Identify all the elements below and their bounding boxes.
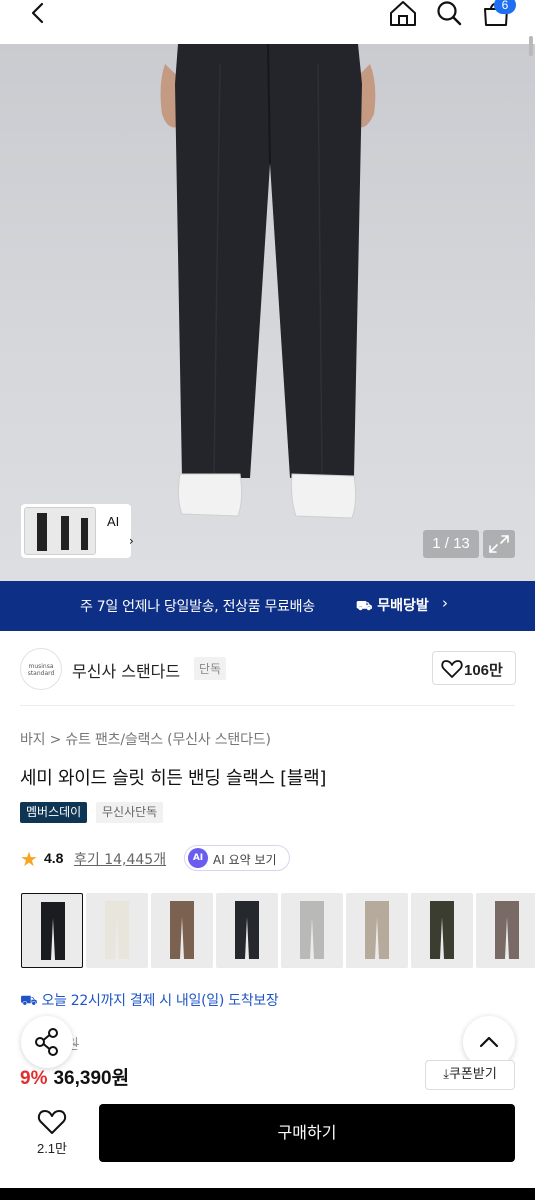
discount-rate: 9%: [20, 1068, 48, 1089]
wishlist-button[interactable]: 2.1만: [20, 1104, 84, 1164]
color-swatch[interactable]: [151, 893, 213, 968]
heart-icon: [37, 1110, 67, 1134]
brand-like-count: 106만: [464, 662, 503, 679]
star-icon: ★: [20, 847, 38, 871]
musinsa-exclusive-tag: 무신사단독: [96, 802, 164, 823]
buy-button[interactable]: 구매하기: [99, 1104, 515, 1162]
home-icon: [390, 1, 416, 26]
color-swatch[interactable]: [346, 893, 408, 968]
divider: [20, 705, 515, 706]
rating-score: 4.8: [44, 850, 64, 866]
wishlist-count: 2.1만: [36, 1141, 68, 1156]
sale-price: 36,390원: [53, 1068, 130, 1089]
ai-label: AI: [107, 514, 120, 529]
coupon-button[interactable]: ⤓쿠폰받기: [425, 1060, 515, 1090]
breadcrumb[interactable]: 바지 > 슈트 팬츠/슬랙스 (무신사 스탠다드): [20, 729, 271, 749]
expand-icon: [489, 535, 509, 553]
ai-badge-icon: AI: [188, 848, 208, 868]
thumbnail-image: [24, 507, 96, 555]
share-icon: [35, 1028, 58, 1056]
rating-row: ★ 4.8 후기 14,445개 AI AI 요약 보기: [20, 845, 320, 871]
chevron-right-icon: ›: [442, 594, 448, 612]
delivery-guarantee: ⛟ 오늘 22시까지 결제 시 내일(일) 도착보장: [20, 993, 279, 1009]
cart-count-badge: 6: [494, 0, 516, 14]
product-title: 세미 와이드 슬릿 히든 밴딩 슬랙스 [블랙]: [20, 768, 327, 789]
chevron-right-icon: ›: [129, 534, 134, 548]
scrollbar[interactable]: [529, 36, 533, 56]
bottom-action-bar: 2.1만 구매하기: [0, 1092, 535, 1188]
color-swatches: [21, 893, 535, 969]
ai-summary-label: AI 요약 보기: [213, 853, 277, 867]
share-button[interactable]: [21, 1016, 73, 1068]
brand-like-button[interactable]: 106만: [432, 651, 516, 685]
color-swatch[interactable]: [476, 893, 535, 968]
color-swatch[interactable]: [86, 893, 148, 968]
shipping-banner[interactable]: 주 7일 언제나 당일발송, 전상품 무료배송 ⛟ 무배당발 ›: [0, 581, 535, 631]
shipping-banner-text: 주 7일 언제나 당일발송, 전상품 무료배송: [80, 599, 315, 615]
product-image[interactable]: AI › 1 / 13: [0, 44, 535, 581]
thumbnail-ai-view[interactable]: AI ›: [21, 504, 134, 558]
exclusive-tag: 단독: [194, 657, 227, 680]
color-swatch[interactable]: [21, 893, 83, 968]
product-photo-illustration: [160, 44, 376, 519]
brand-name[interactable]: 무신사 스탠다드: [72, 658, 180, 682]
search-icon: [437, 1, 462, 26]
members-day-tag: 멤버스데이: [20, 802, 88, 823]
top-bar: 6: [0, 0, 535, 56]
free-shipping-tag: ⛟ 무배당발: [356, 598, 429, 614]
truck-icon: ⛟: [356, 599, 373, 614]
search-button[interactable]: [432, 0, 466, 30]
image-counter: 1 / 13: [423, 530, 479, 558]
color-swatch[interactable]: [411, 893, 473, 968]
color-swatch[interactable]: [216, 893, 278, 968]
color-swatch[interactable]: [281, 893, 343, 968]
review-count-link[interactable]: 후기 14,445개: [74, 849, 166, 869]
heart-icon: [441, 660, 463, 678]
home-button[interactable]: [386, 0, 420, 30]
truck-icon: ⛟: [20, 993, 38, 1009]
brand-logo[interactable]: musinsa standard: [20, 648, 62, 690]
back-button[interactable]: [20, 0, 56, 30]
expand-button[interactable]: [483, 530, 515, 558]
back-icon: [31, 2, 44, 24]
ai-summary-button[interactable]: AI AI 요약 보기: [184, 845, 290, 871]
product-screen: 6 AI › 1 / 13 주 7일 언제나 당일발송, 전상품 무료배송 ⛟ …: [0, 0, 535, 1188]
